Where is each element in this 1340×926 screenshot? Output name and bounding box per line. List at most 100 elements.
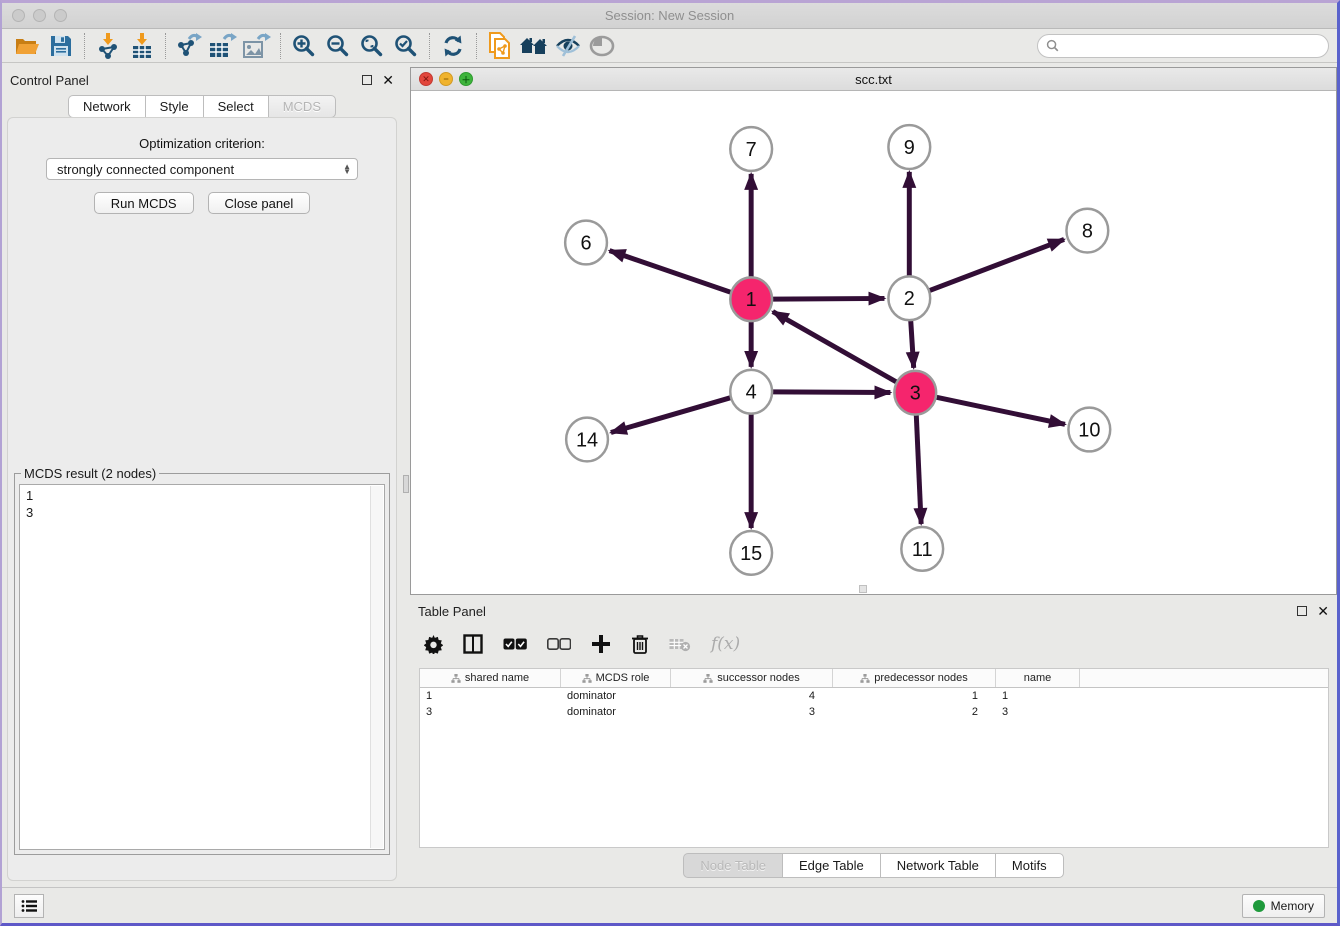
search-field[interactable] xyxy=(1037,34,1329,58)
graph-edge-3-1[interactable] xyxy=(773,312,897,382)
graph-node-14[interactable]: 14 xyxy=(566,418,608,462)
graph-node-label: 3 xyxy=(910,383,921,405)
zoom-in-icon[interactable] xyxy=(287,32,321,60)
tab-network[interactable]: Network xyxy=(68,95,145,118)
network-maximize-button[interactable]: ＋ xyxy=(459,72,473,86)
duplicate-network-icon[interactable] xyxy=(483,32,517,60)
open-file-icon[interactable] xyxy=(10,32,44,60)
network-canvas[interactable]: 7 9 6 8 1 2 4 3 14 10 15 11 xyxy=(411,91,1336,594)
graph-node-6[interactable]: 6 xyxy=(565,221,607,265)
result-scrollbar[interactable] xyxy=(370,486,383,848)
close-panel-icon[interactable]: ✕ xyxy=(382,73,394,87)
divider-grip-icon[interactable] xyxy=(403,475,409,493)
table-cell: 1 xyxy=(833,690,996,702)
import-table-icon[interactable] xyxy=(125,32,159,60)
graph-node-11[interactable]: 11 xyxy=(901,527,943,571)
graph-node-label: 9 xyxy=(904,137,915,159)
tab-select[interactable]: Select xyxy=(203,95,268,118)
table-cell: dominator xyxy=(561,690,671,702)
column-header-MCDS-role[interactable]: MCDS role xyxy=(561,669,671,687)
column-type-icon xyxy=(703,674,713,683)
graph-edge-2-8[interactable] xyxy=(930,239,1064,290)
delete-columns-icon[interactable] xyxy=(631,634,649,654)
canvas-resize-grip[interactable] xyxy=(859,585,867,593)
tab-edge-table[interactable]: Edge Table xyxy=(782,853,880,878)
network-minimize-button[interactable]: − xyxy=(439,72,453,86)
table-header-row: shared nameMCDS rolesuccessor nodesprede… xyxy=(420,669,1328,688)
export-image-icon[interactable] xyxy=(240,32,274,60)
control-panel-tabs: NetworkStyleSelectMCDS xyxy=(2,95,402,118)
zoom-out-icon[interactable] xyxy=(321,32,355,60)
mcds-result-list[interactable]: 13 xyxy=(19,484,385,850)
run-mcds-button[interactable]: Run MCDS xyxy=(94,192,194,214)
close-panel-button[interactable]: Close panel xyxy=(208,192,311,214)
export-table-icon[interactable] xyxy=(206,32,240,60)
graph-node-9[interactable]: 9 xyxy=(888,125,930,169)
export-network-icon[interactable] xyxy=(172,32,206,60)
graph-edge-3-10[interactable] xyxy=(937,397,1065,424)
task-history-button[interactable] xyxy=(14,894,44,918)
show-graphics-details-icon[interactable] xyxy=(585,32,619,60)
right-column: ✕ − ＋ scc.txt 7 9 6 8 1 2 4 3 14 10 15 11 xyxy=(410,67,1337,887)
graph-edge-4-3[interactable] xyxy=(773,392,890,393)
memory-button[interactable]: Memory xyxy=(1242,894,1325,918)
column-header-shared-name[interactable]: shared name xyxy=(420,669,561,687)
graph-node-7[interactable]: 7 xyxy=(730,127,772,171)
show-columns-icon[interactable] xyxy=(463,634,483,654)
table-row[interactable]: 3dominator323 xyxy=(420,704,1328,720)
graph-edge-4-14[interactable] xyxy=(611,398,730,433)
search-input[interactable] xyxy=(1064,39,1320,53)
column-type-icon xyxy=(451,674,461,683)
tab-network-table[interactable]: Network Table xyxy=(880,853,995,878)
tab-style[interactable]: Style xyxy=(145,95,203,118)
graph-node-4[interactable]: 4 xyxy=(730,370,772,414)
graph-node-8[interactable]: 8 xyxy=(1066,209,1108,253)
import-network-icon[interactable] xyxy=(91,32,125,60)
mcds-result-title: MCDS result (2 nodes) xyxy=(21,466,159,481)
memory-label: Memory xyxy=(1271,899,1314,913)
deselect-all-checkboxes-icon[interactable] xyxy=(547,638,571,650)
save-session-icon[interactable] xyxy=(44,32,78,60)
graph-edge-3-11[interactable] xyxy=(916,415,921,524)
criterion-dropdown[interactable]: strongly connected component ▲▼ xyxy=(46,158,358,180)
control-panel-title: Control Panel xyxy=(10,73,89,88)
hide-graphics-details-icon[interactable] xyxy=(551,32,585,60)
network-window-title: scc.txt xyxy=(411,72,1336,87)
table-row[interactable]: 1dominator411 xyxy=(420,688,1328,704)
panel-divider[interactable] xyxy=(402,67,410,887)
float-panel-icon[interactable] xyxy=(362,75,372,85)
column-header-predecessor-nodes[interactable]: predecessor nodes xyxy=(833,669,996,687)
graph-node-15[interactable]: 15 xyxy=(730,531,772,575)
float-table-panel-icon[interactable] xyxy=(1297,606,1307,616)
network-close-button[interactable]: ✕ xyxy=(419,72,433,86)
graph-edge-1-6[interactable] xyxy=(610,251,731,293)
graph-node-3[interactable]: 3 xyxy=(894,371,936,415)
table-cell: 3 xyxy=(671,706,833,718)
function-builder-icon[interactable]: f(x) xyxy=(711,634,740,654)
column-header-successor-nodes[interactable]: successor nodes xyxy=(671,669,833,687)
add-column-icon[interactable] xyxy=(591,634,611,654)
node-table[interactable]: shared nameMCDS rolesuccessor nodesprede… xyxy=(419,668,1329,848)
graph-node-2[interactable]: 2 xyxy=(888,276,930,320)
network-graph[interactable]: 7 9 6 8 1 2 4 3 14 10 15 11 xyxy=(411,91,1336,594)
graph-edge-1-2[interactable] xyxy=(773,298,884,299)
graph-node-10[interactable]: 10 xyxy=(1068,408,1110,452)
refresh-layout-icon[interactable] xyxy=(436,32,470,60)
home-view-icon[interactable] xyxy=(517,32,551,60)
column-header-name[interactable]: name xyxy=(996,669,1080,687)
tab-mcds[interactable]: MCDS xyxy=(268,95,336,118)
close-table-panel-icon[interactable]: ✕ xyxy=(1317,604,1329,618)
graph-edge-2-3[interactable] xyxy=(911,320,914,368)
delete-table-icon[interactable] xyxy=(669,636,691,652)
tab-motifs[interactable]: Motifs xyxy=(995,853,1064,878)
column-header-filler xyxy=(1080,669,1328,687)
graph-node-1[interactable]: 1 xyxy=(730,277,772,321)
zoom-selected-icon[interactable] xyxy=(389,32,423,60)
select-all-checkboxes-icon[interactable] xyxy=(503,638,527,650)
zoom-fit-icon[interactable] xyxy=(355,32,389,60)
tab-node-table[interactable]: Node Table xyxy=(683,853,782,878)
toolbar-separator xyxy=(476,33,477,59)
graph-node-label: 10 xyxy=(1078,419,1100,441)
table-settings-icon[interactable] xyxy=(424,635,443,654)
mcds-result-item: 3 xyxy=(26,504,378,521)
